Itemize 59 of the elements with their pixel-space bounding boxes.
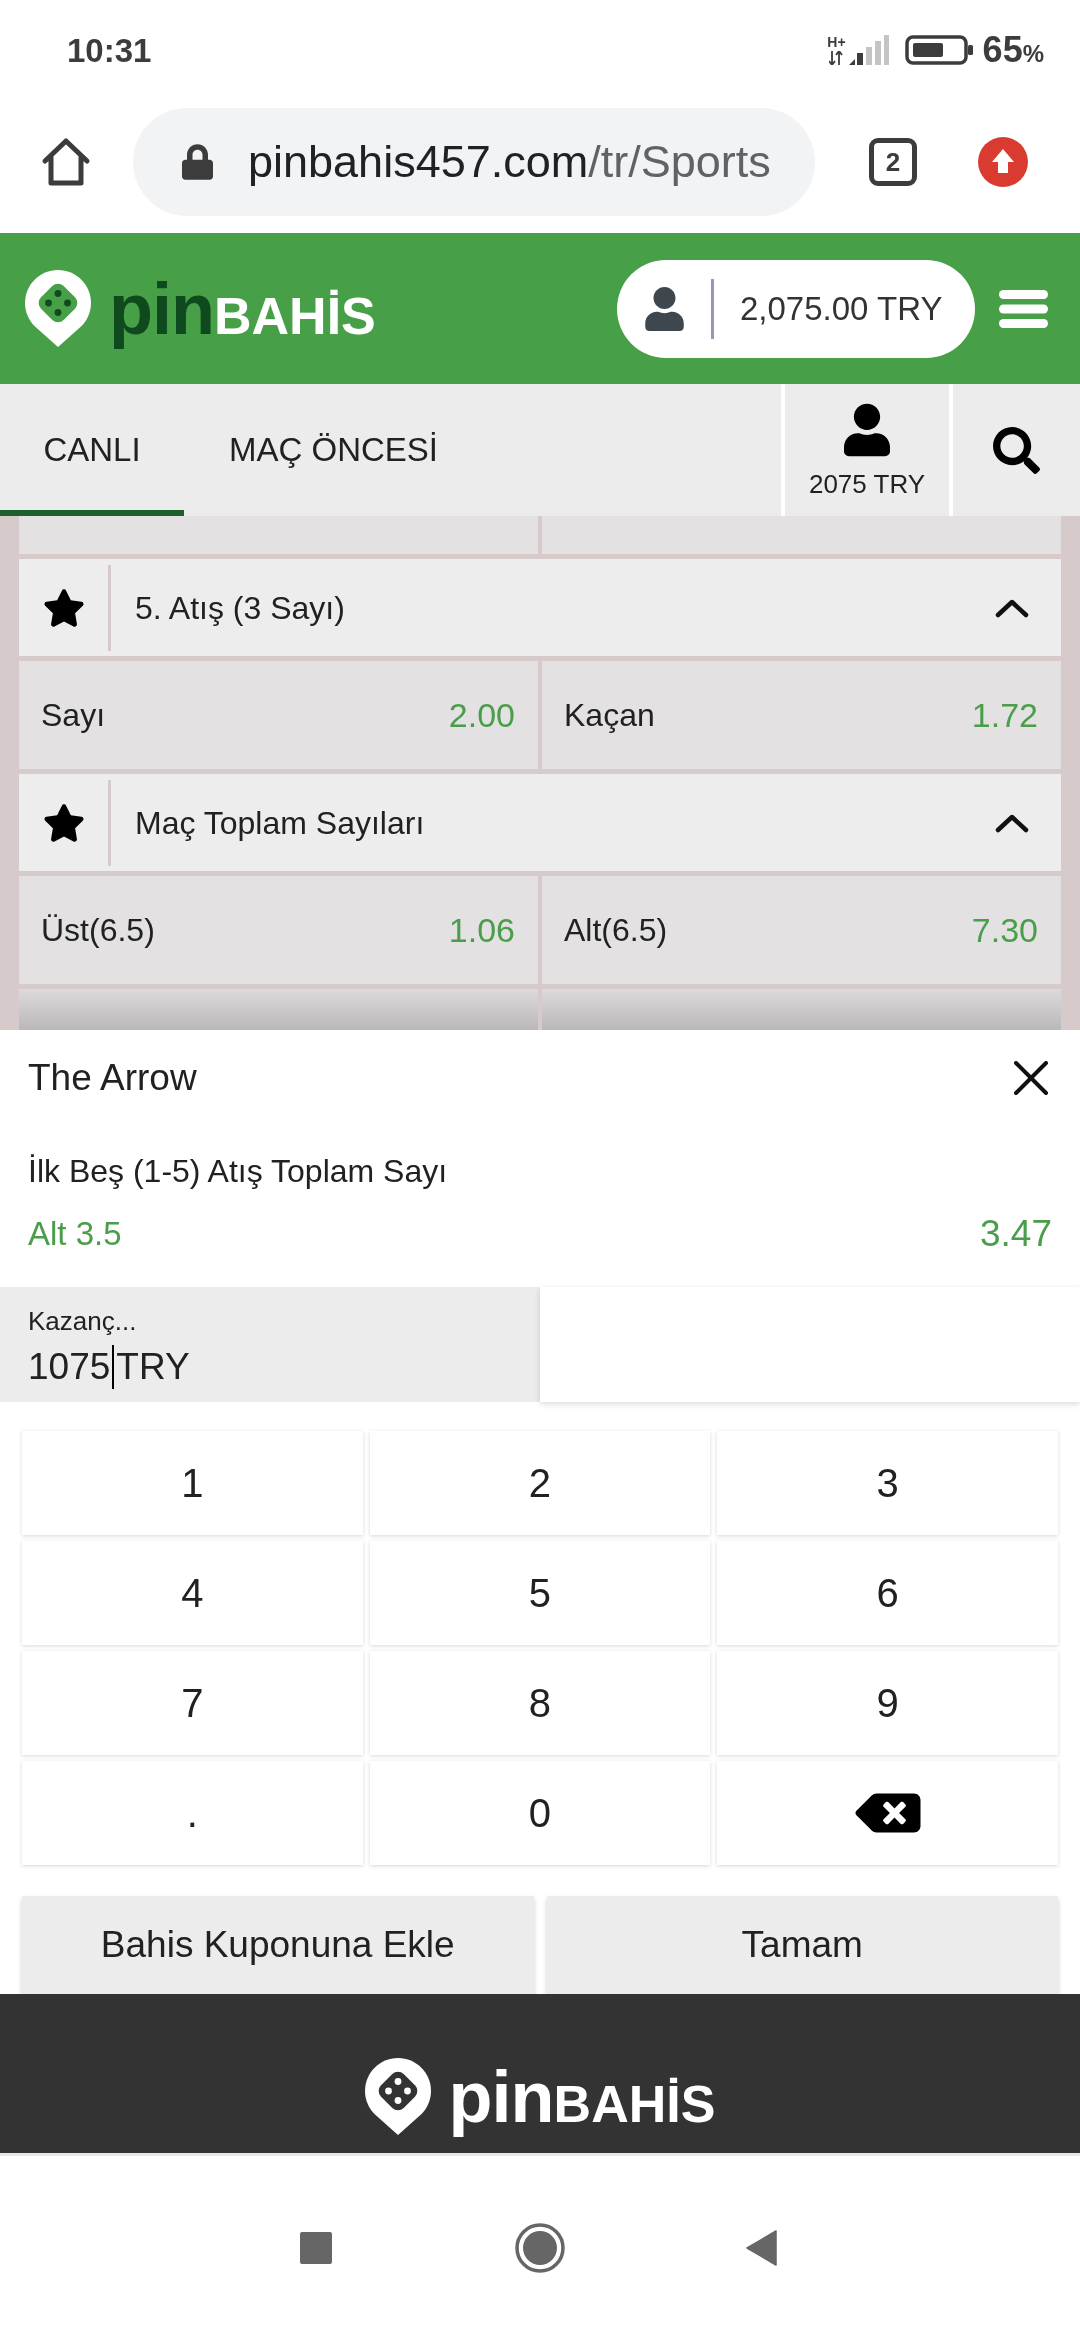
odds-button[interactable]: Alt(6.5) 7.30	[542, 876, 1061, 984]
star-icon[interactable]	[42, 588, 85, 627]
keypad-key[interactable]: 9	[717, 1651, 1058, 1755]
keypad-key[interactable]: 0	[369, 1761, 711, 1865]
tab[interactable]: MAÇ ÖNCESİ	[184, 384, 484, 516]
odds-price: 1.06	[448, 909, 515, 951]
home-icon[interactable]	[41, 136, 91, 187]
user-icon	[844, 403, 890, 457]
status-time: 10:31	[67, 33, 152, 67]
keypad-key[interactable]: 2	[369, 1431, 711, 1535]
tab-switcher-button[interactable]: 2	[869, 137, 917, 186]
odds-price: 2.00	[448, 694, 515, 736]
event-title: The Arrow	[28, 1055, 197, 1100]
odds-button[interactable]: Kaçan 1.72	[542, 661, 1061, 769]
odds-button[interactable]: Üst(6.5) 1.06	[19, 876, 538, 984]
market-header[interactable]: Maç Toplam Sayıları	[19, 774, 1061, 871]
backspace-key[interactable]	[717, 1761, 1058, 1865]
odds-price: 1.72	[971, 694, 1038, 736]
ok-button[interactable]: Tamam	[546, 1896, 1058, 1994]
lock-icon	[182, 143, 213, 180]
keypad-key[interactable]: 8	[369, 1651, 711, 1755]
search-icon	[993, 426, 1040, 474]
star-icon[interactable]	[42, 803, 85, 842]
selection-odds: 3.47	[980, 1212, 1052, 1257]
selection-name: Alt 3.5	[28, 1214, 122, 1255]
close-icon[interactable]	[1014, 1060, 1048, 1095]
keypad-key[interactable]: 4	[22, 1541, 363, 1645]
battery-icon	[904, 35, 973, 65]
menu-icon[interactable]	[999, 289, 1048, 328]
signal-icon	[848, 35, 889, 65]
chevron-up-icon[interactable]	[995, 597, 1029, 618]
url-text: pinbahis457.com/tr/Sports	[248, 139, 771, 184]
arrow-up-icon[interactable]	[978, 136, 1028, 187]
keypad-key[interactable]: 1	[22, 1431, 363, 1535]
battery-percent: 65%	[982, 32, 1044, 68]
keypad-key[interactable]: 3	[717, 1431, 1058, 1535]
address-bar[interactable]: pinbahis457.com/tr/Sports	[133, 107, 815, 216]
keypad-key[interactable]: 7	[22, 1651, 363, 1755]
pin-logo-icon	[25, 270, 91, 347]
home-circle-icon[interactable]	[515, 2223, 565, 2273]
stake-field[interactable]: Kazanç... 1075 TRY	[0, 1287, 540, 1402]
network-type-label: H+	[827, 35, 846, 49]
market-title: Maç Toplam Sayıları	[135, 803, 426, 843]
market-name: İlk Beş (1-5) Atış Toplam Sayı	[28, 1152, 448, 1191]
balance-button[interactable]: 2,075.00 TRY	[617, 259, 975, 358]
pin-logo-icon	[364, 2058, 431, 2135]
user-icon	[645, 286, 684, 331]
chevron-up-icon[interactable]	[995, 812, 1029, 833]
back-icon[interactable]	[746, 2230, 777, 2266]
text-cursor-icon	[112, 1345, 115, 1389]
odds-price: 7.30	[971, 909, 1038, 951]
market-title: 5. Atış (3 Sayı)	[135, 588, 346, 628]
add-to-coupon-button[interactable]: Bahis Kuponuna Ekle	[22, 1896, 534, 1994]
keypad-key[interactable]: 5	[369, 1541, 711, 1645]
data-arrows-icon	[829, 51, 844, 65]
market-header[interactable]: 5. Atış (3 Sayı)	[19, 559, 1061, 656]
keypad-key[interactable]: .	[22, 1761, 363, 1865]
keypad-key[interactable]: 6	[717, 1541, 1058, 1645]
odds-button[interactable]: Sayı 2.00	[19, 661, 538, 769]
